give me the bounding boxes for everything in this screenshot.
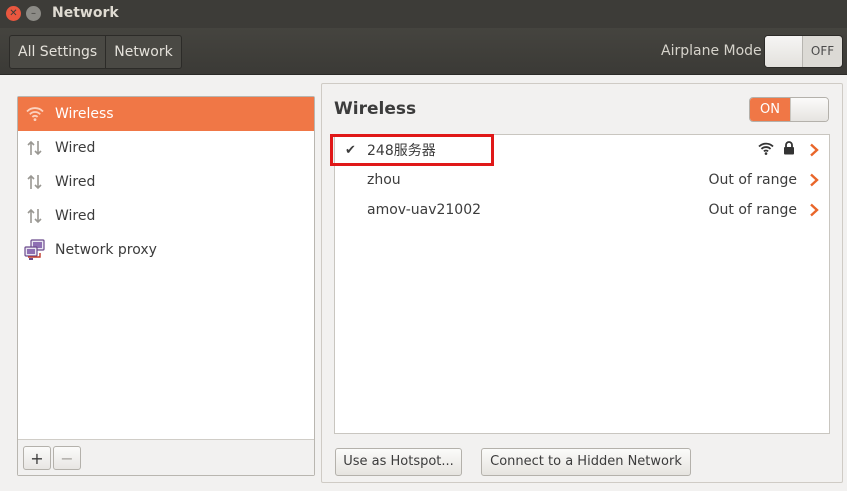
sidebar-item-label: Wired (55, 140, 96, 156)
breadcrumb: All Settings Network (9, 35, 182, 69)
network-name: zhou (367, 172, 401, 188)
close-icon: ✕ (9, 7, 18, 19)
checkmark-icon: ✔ (345, 142, 356, 158)
network-row-zhou[interactable]: zhou Out of range (335, 165, 829, 195)
network-row-amov-uav21002[interactable]: amov-uav21002 Out of range (335, 195, 829, 225)
chevron-right-icon[interactable] (807, 142, 821, 158)
chevron-right-icon[interactable] (807, 202, 821, 218)
sidebar-item-wireless[interactable]: Wireless (18, 97, 314, 131)
window-close-button[interactable]: ✕ (6, 6, 21, 21)
sidebar-toolbar: + − (18, 439, 314, 475)
network-row-icons (758, 141, 795, 159)
window-title: Network (52, 5, 119, 21)
panel-title: Wireless (334, 99, 417, 119)
header-bar: All Settings Network Airplane Mode OFF (0, 28, 847, 75)
network-name: amov-uav21002 (367, 202, 482, 218)
sidebar-item-label: Wireless (55, 106, 114, 122)
wifi-signal-icon (758, 142, 774, 159)
sidebar-item-label: Wired (55, 174, 96, 190)
wired-arrows-icon (24, 205, 46, 227)
title-bar: ✕ – Network (0, 0, 847, 28)
connect-hidden-network-button[interactable]: Connect to a Hidden Network (481, 448, 691, 476)
add-connection-button[interactable]: + (23, 446, 51, 470)
wireless-switch[interactable]: ON (749, 97, 829, 122)
plus-icon: + (30, 448, 44, 468)
wireless-panel: Wireless ON ✔ 248服务器 zhou Out of range a… (321, 83, 843, 483)
network-row-248[interactable]: ✔ 248服务器 (330, 134, 829, 166)
minus-icon: − (60, 448, 74, 468)
network-proxy-icon (24, 239, 46, 261)
use-as-hotspot-button[interactable]: Use as Hotspot... (335, 448, 462, 476)
remove-connection-button[interactable]: − (53, 446, 81, 470)
wired-arrows-icon (24, 137, 46, 159)
device-list: Wireless Wired Wired Wired Network proxy (18, 97, 314, 267)
all-settings-button[interactable]: All Settings (10, 36, 105, 68)
sidebar-item-wired-3[interactable]: Wired (18, 199, 314, 233)
lock-icon (783, 141, 795, 159)
sidebar-item-label: Network proxy (55, 242, 157, 258)
chevron-right-icon[interactable] (807, 172, 821, 188)
network-name: 248服务器 (367, 143, 436, 159)
airplane-mode-label: Airplane Mode (661, 43, 762, 59)
wired-arrows-icon (24, 171, 46, 193)
airplane-mode-state: OFF (810, 44, 835, 58)
airplane-mode-switch[interactable]: OFF (764, 35, 843, 68)
network-status: Out of range (708, 202, 797, 218)
switch-knob (790, 98, 828, 121)
sidebar-item-wired-2[interactable]: Wired (18, 165, 314, 199)
window-minimize-button[interactable]: – (26, 6, 41, 21)
minimize-icon: – (31, 7, 36, 19)
sidebar-item-label: Wired (55, 208, 96, 224)
sidebar-item-network-proxy[interactable]: Network proxy (18, 233, 314, 267)
switch-knob (765, 36, 803, 67)
sidebar-item-wired-1[interactable]: Wired (18, 131, 314, 165)
network-status: Out of range (708, 172, 797, 188)
device-sidebar: Wireless Wired Wired Wired Network proxy… (17, 96, 315, 476)
network-list: ✔ 248服务器 zhou Out of range amov-uav21002… (330, 134, 830, 434)
network-breadcrumb-button[interactable]: Network (105, 36, 180, 68)
wifi-icon (24, 103, 46, 125)
wireless-switch-state: ON (750, 98, 790, 121)
